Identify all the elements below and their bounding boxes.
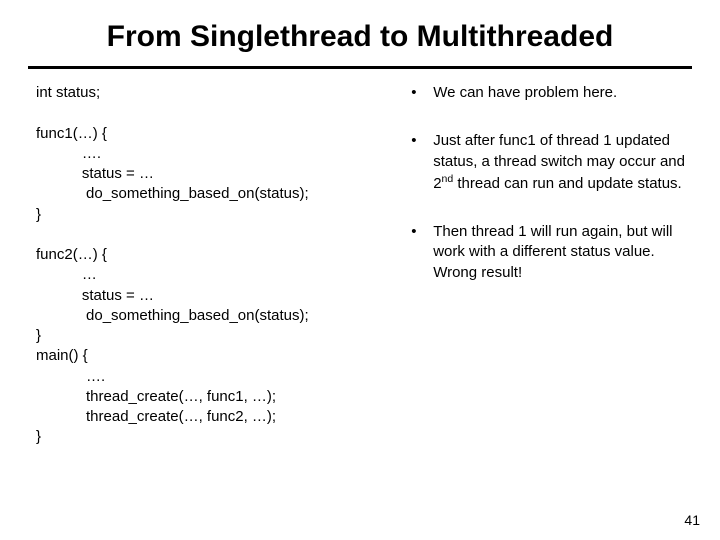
bullet-text: Then thread 1 will run again, but will w… xyxy=(433,222,700,283)
slide: From Singlethread to Multithreaded int s… xyxy=(0,0,720,540)
code-line: do_something_based_on(status); xyxy=(36,185,309,202)
code-line: thread_create(…, func2, …); xyxy=(36,408,276,425)
code-block: int status; func1(…) { …. status = … do_… xyxy=(36,83,401,448)
slide-body: int status; func1(…) { …. status = … do_… xyxy=(0,69,720,448)
bullet-text: We can have problem here. xyxy=(433,83,700,103)
code-line: main() { xyxy=(36,347,88,364)
bullet-list: • We can have problem here. • Just after… xyxy=(401,83,700,448)
code-line: …. xyxy=(36,368,105,385)
bullet-item: • Then thread 1 will run again, but will… xyxy=(411,222,700,283)
bullet-item: • Just after func1 of thread 1 updated s… xyxy=(411,131,700,194)
code-line: …. xyxy=(36,145,101,162)
code-line: } xyxy=(36,327,41,344)
code-line: status = … xyxy=(36,165,154,182)
bullet-item: • We can have problem here. xyxy=(411,83,700,103)
code-line: thread_create(…, func1, …); xyxy=(36,388,276,405)
superscript: nd xyxy=(442,173,454,185)
code-line: } xyxy=(36,428,41,445)
code-line: int status; xyxy=(36,84,100,101)
bullet-dot: • xyxy=(411,222,433,283)
code-line: status = … xyxy=(36,287,154,304)
bullet-text: Just after func1 of thread 1 updated sta… xyxy=(433,131,700,194)
code-line: … xyxy=(36,266,97,283)
code-line: func2(…) { xyxy=(36,246,107,263)
bullet-dot: • xyxy=(411,131,433,194)
page-number: 41 xyxy=(684,512,700,528)
code-line: } xyxy=(36,206,41,223)
code-line: do_something_based_on(status); xyxy=(36,307,309,324)
bullet-dot: • xyxy=(411,83,433,103)
code-line: func1(…) { xyxy=(36,125,107,142)
slide-title: From Singlethread to Multithreaded xyxy=(0,0,720,66)
